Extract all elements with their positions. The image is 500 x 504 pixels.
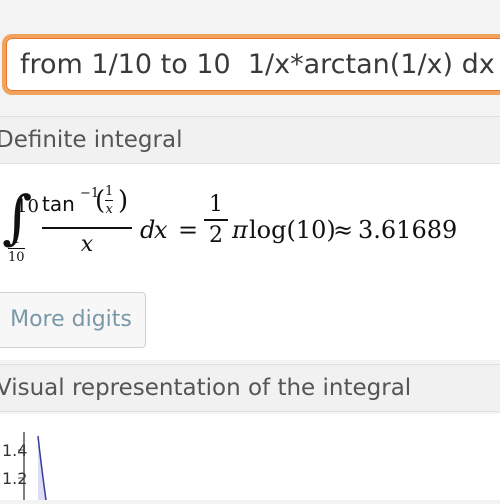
log-expression: log(10) [249, 216, 336, 244]
definite-integral-header: Definite integral [0, 116, 500, 164]
pi-symbol: π [232, 216, 248, 244]
equals-sign: = [178, 216, 199, 244]
integrand-argument: 1 x [105, 184, 114, 217]
integral-plot: 1.4 1.2 [0, 414, 500, 501]
upper-limit: 10 [16, 196, 39, 217]
query-input-container [2, 34, 500, 95]
lower-limit: 1 10 [8, 232, 25, 265]
half-coefficient: 1 2 [204, 192, 228, 248]
visual-representation-title: Visual representation of the integral [0, 375, 412, 401]
tan-function: tan [42, 192, 75, 216]
integrand-fraction: tan −1 ( 1 x ) x [42, 182, 132, 257]
more-digits-button[interactable]: More digits [0, 292, 146, 348]
integral-expression: ∫ 10 1 10 tan −1 ( 1 x ) x d x = 1 2 π l… [0, 164, 500, 304]
approx-sign: ≈ [333, 216, 354, 244]
differential-var: x [154, 216, 168, 244]
y-tick-label: 1.2 [2, 469, 27, 488]
query-input[interactable] [6, 38, 500, 91]
integrand-denominator: x [80, 231, 94, 257]
plot-svg: 1.4 1.2 [2, 432, 47, 501]
y-tick-label: 1.4 [2, 441, 27, 460]
visual-representation-header: Visual representation of the integral [0, 364, 500, 412]
decimal-approximation: 3.61689 [358, 216, 458, 244]
definite-integral-title: Definite integral [0, 127, 183, 153]
